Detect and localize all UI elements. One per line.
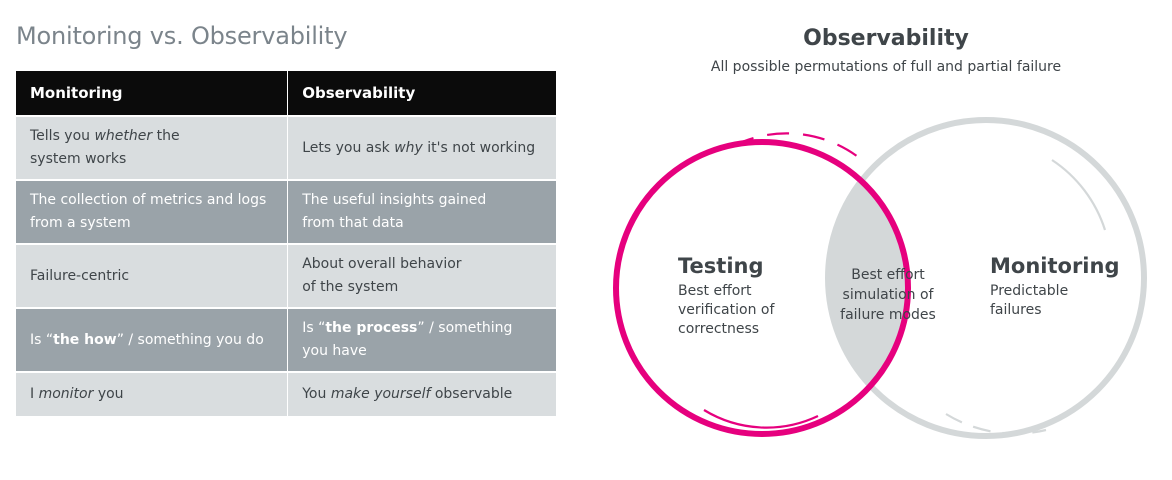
comparison-table: Monitoring Observability Tells you wheth…: [16, 71, 556, 416]
cell-monitoring: Is “the how” / something you do: [16, 307, 288, 372]
cell-observability: About overall behavior of the system: [287, 243, 556, 308]
cell-monitoring: The collection of metrics and logs from …: [16, 179, 288, 244]
cell-monitoring: I monitor you: [16, 371, 288, 416]
arc-top-right: [1051, 159, 1107, 231]
venn-graphic: [613, 117, 1147, 439]
table-header-row: Monitoring Observability: [16, 71, 556, 116]
testing-heading: Testing: [678, 254, 764, 278]
page-title: Monitoring vs. Observability: [16, 22, 348, 50]
cell-observability: Is “the process” / something you have: [287, 307, 556, 372]
cell-monitoring: Tells you whether the system works: [16, 115, 288, 180]
monitoring-label: Monitoring Predictable failures: [990, 254, 1140, 320]
table-row: Is “the how” / something you do Is “the …: [16, 307, 556, 372]
table-row: Failure-centric About overall behavior o…: [16, 243, 556, 308]
cell-observability: You make yourself observable: [287, 371, 556, 416]
venn-diagram: Observability All possible permutations …: [600, 0, 1172, 480]
header-observability: Observability: [287, 71, 556, 116]
testing-label: Testing Best effort verification of corr…: [678, 254, 818, 339]
cell-observability: The useful insights gained from that dat…: [287, 179, 556, 244]
table-row: I monitor you You make yourself observab…: [16, 371, 556, 416]
testing-description: Best effort verification of correctness: [678, 283, 775, 337]
overlap-text: Best effort simulation of failure modes: [840, 267, 936, 323]
cell-observability: Lets you ask why it's not working: [287, 115, 556, 180]
table-row: Tells you whether the system works Lets …: [16, 115, 556, 180]
header-monitoring: Monitoring: [16, 71, 288, 116]
monitoring-heading: Monitoring: [990, 254, 1120, 278]
arc-bottom-left: [703, 409, 819, 429]
cell-monitoring: Failure-centric: [16, 243, 288, 308]
monitoring-description: Predictable failures: [990, 283, 1069, 318]
table-row: The collection of metrics and logs from …: [16, 179, 556, 244]
